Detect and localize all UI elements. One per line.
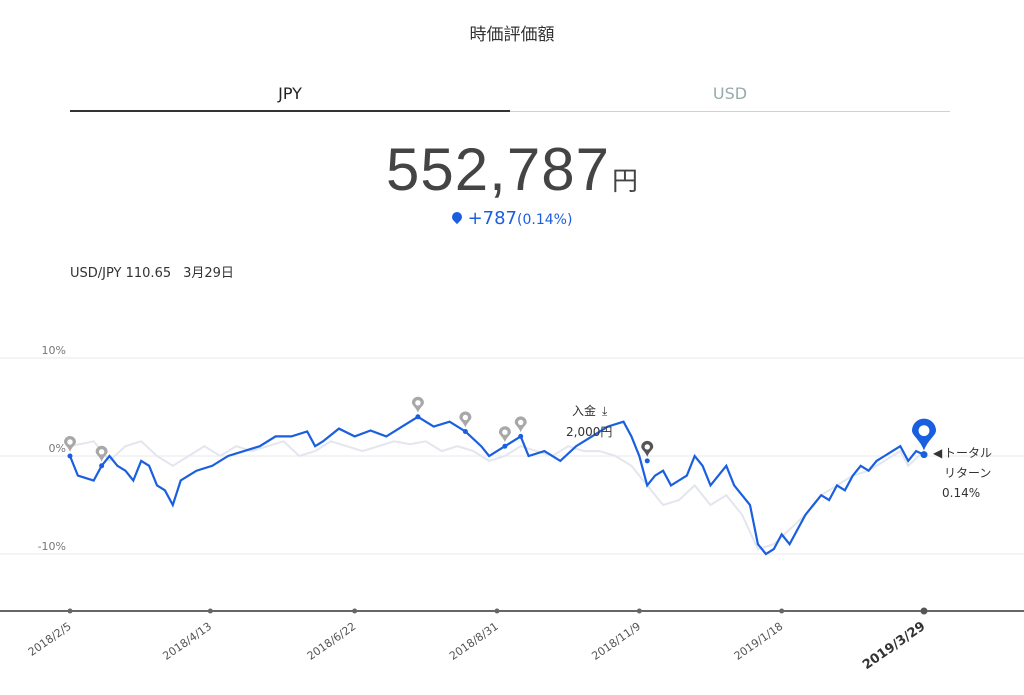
x-tick-dot: [67, 608, 73, 614]
total-return-line1: トータル: [944, 446, 992, 460]
total-return-value: 0.14%: [942, 486, 980, 500]
y-tick-label: -10%: [38, 540, 66, 553]
map-pin-icon[interactable]: [411, 396, 424, 420]
x-tick-dot: [779, 608, 785, 614]
y-tick-label: 10%: [42, 344, 66, 357]
total-return-line2: リターン: [944, 466, 991, 480]
x-tick-dot: [352, 608, 358, 614]
x-tick-label: 2019/3/29: [860, 619, 928, 673]
map-pin-icon[interactable]: [498, 426, 511, 449]
x-tick-label: 2018/4/13: [160, 620, 214, 663]
map-pin-icon[interactable]: [514, 416, 527, 439]
valuation-chart[interactable]: 10% 0% -10% 2018/2/5 2018/4/13 2018/6/22 2018…: [0, 0, 1024, 695]
x-tick-dot: [920, 607, 928, 615]
main-series-line: [68, 415, 925, 556]
x-tick-dot: [207, 608, 213, 614]
map-pin-icon[interactable]: [641, 440, 654, 464]
y-tick-label: 0%: [49, 442, 66, 455]
x-tick-dot: [494, 608, 500, 614]
map-pin-icon[interactable]: [459, 411, 472, 435]
download-icon: ⤓: [602, 404, 608, 418]
pointer-left-icon: ◀: [933, 446, 943, 460]
deposit-label: 入金: [572, 403, 596, 418]
x-tick-label: 2018/2/5: [26, 620, 74, 659]
x-tick-label: 2018/6/22: [305, 620, 359, 663]
x-tick-label: 2019/1/18: [732, 620, 786, 663]
x-tick-dot: [636, 608, 642, 614]
deposit-amount: 2,000円: [566, 425, 612, 439]
x-tick-label: 2018/11/9: [589, 620, 643, 663]
x-tick-label: 2018/8/31: [447, 620, 501, 663]
